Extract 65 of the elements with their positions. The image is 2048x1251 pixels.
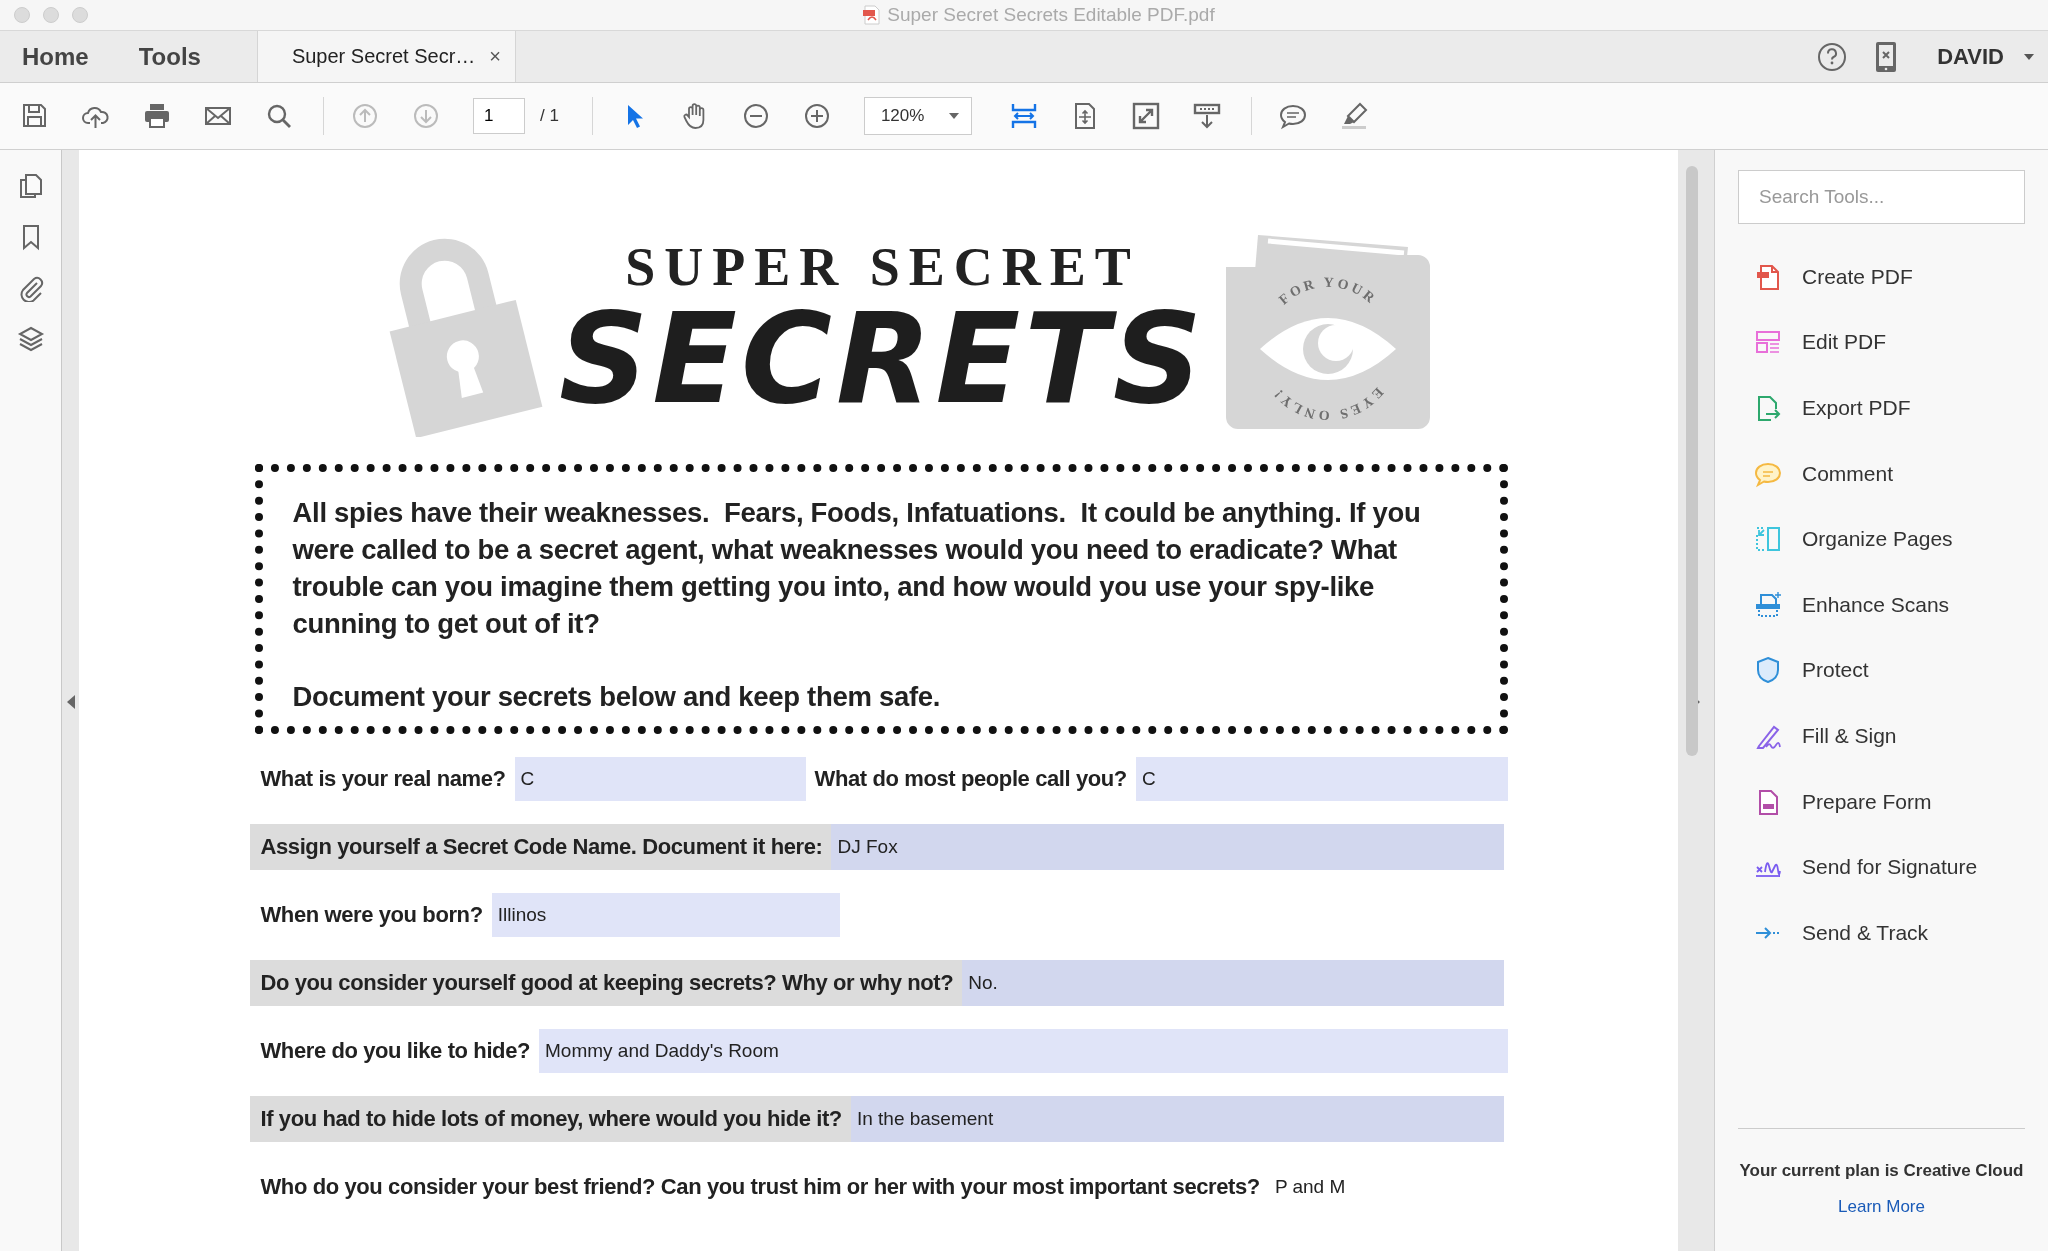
window-title: Super Secret Secrets Editable PDF.pdf <box>887 4 1215 26</box>
answer-field[interactable]: C <box>1135 757 1508 801</box>
file-plus-icon <box>1754 262 1782 291</box>
highlighter-icon[interactable] <box>1339 102 1368 130</box>
question-label: If you had to hide lots of money, where would you hide it? <box>260 1106 842 1132</box>
read-mode-icon[interactable] <box>1192 102 1221 130</box>
tab[interactable]: Tools <box>110 31 257 82</box>
answer-field[interactable]: No. <box>962 960 1504 1006</box>
collapse-left-icon[interactable] <box>66 694 75 709</box>
answer-field[interactable]: Mommy and Daddy's Room <box>539 1029 1508 1073</box>
caret-icon <box>948 113 959 119</box>
pages-grid-icon <box>1754 525 1782 554</box>
tool-item[interactable]: Create PDF <box>1738 244 2025 310</box>
learn-more-link[interactable]: Learn More <box>1838 1197 1925 1217</box>
answer-field[interactable]: In the basement <box>850 1096 1504 1142</box>
account-menu[interactable]: DAVID <box>1937 31 2048 82</box>
full-screen-icon[interactable] <box>1131 102 1160 130</box>
scanner-icon <box>1754 590 1782 619</box>
tab[interactable]: Super Secret Secr… × <box>256 31 516 82</box>
mobile-device-icon[interactable] <box>1875 40 1898 73</box>
layers-icon[interactable] <box>16 325 45 353</box>
zoom-dropdown[interactable]: 120% <box>863 97 972 135</box>
zoom-out-icon[interactable] <box>741 102 770 130</box>
tool-item[interactable]: Organize Pages <box>1738 506 2025 572</box>
tool-item[interactable]: Send for Signature <box>1738 834 2025 900</box>
tool-item[interactable]: Protect <box>1738 637 2025 704</box>
intro-closing-text: Document your secrets below and keep them safe. <box>292 680 942 714</box>
tool-item[interactable]: Enhance Scans <box>1738 571 2025 638</box>
intro-paragraph: All spies have their weaknesses. Fears, Foods, Infatuations. It could be anything. If you were called to be a secret agent, what weaknesses would you need to eradicate? What trouble can you imagine them getting you into, and how would you use your spy-like cunning to get out of it? <box>292 496 1422 641</box>
plan-text: Your current plan is Creative Cloud <box>1739 1161 2024 1181</box>
caret-icon <box>2024 53 2034 60</box>
page-number-field[interactable]: 1 <box>473 98 525 134</box>
document-heading: SUPER SECRET <box>625 239 1140 294</box>
answer-field[interactable]: C <box>514 757 806 801</box>
search-tools-field[interactable]: Search Tools... <box>1738 170 2025 224</box>
question-label: What is your real name? <box>260 766 506 792</box>
question-label: Where do you like to hide? <box>260 1038 530 1064</box>
question-label: Do you consider yourself good at keeping secrets? Why or why not? <box>260 970 954 996</box>
close-tab-button[interactable]: × <box>489 45 501 68</box>
save-icon[interactable] <box>21 102 49 130</box>
scrollbar[interactable] <box>1686 166 1698 756</box>
tab[interactable]: Home <box>0 31 111 82</box>
fit-width-icon[interactable] <box>1009 102 1038 130</box>
question-label: Assign yourself a Secret Code Name. Document it here: <box>260 834 823 860</box>
tool-item[interactable]: Export PDF <box>1738 375 2025 441</box>
answer-text: P and M <box>1273 1176 1346 1198</box>
question-label: What do most people call you? <box>814 766 1127 792</box>
answer-field[interactable]: Illinos <box>491 893 840 937</box>
page-count: / 1 <box>540 106 559 126</box>
help-icon[interactable] <box>1817 41 1848 72</box>
shield-icon <box>1754 656 1782 685</box>
question-label: When were you born? <box>260 902 483 928</box>
question-label: Who do you consider your best friend? Can you trust him or her with your most important secrets? <box>260 1174 1260 1200</box>
tool-item[interactable]: Fill & Sign <box>1738 703 2025 769</box>
tool-item[interactable]: Comment <box>1738 440 2025 507</box>
answer-field[interactable]: DJ Fox <box>831 824 1504 870</box>
tool-item[interactable]: Edit PDF <box>1738 309 2025 376</box>
tool-item[interactable]: Prepare Form <box>1738 768 2025 835</box>
pdf-file-icon <box>863 5 882 25</box>
document-title: SECRETS <box>558 293 1207 425</box>
printer-icon[interactable] <box>143 102 171 130</box>
zoom-in-icon[interactable] <box>802 102 831 130</box>
search-icon[interactable] <box>265 102 293 130</box>
tool-item[interactable]: Send & Track <box>1738 899 2025 966</box>
speech-bubble-icon[interactable] <box>1278 102 1307 130</box>
